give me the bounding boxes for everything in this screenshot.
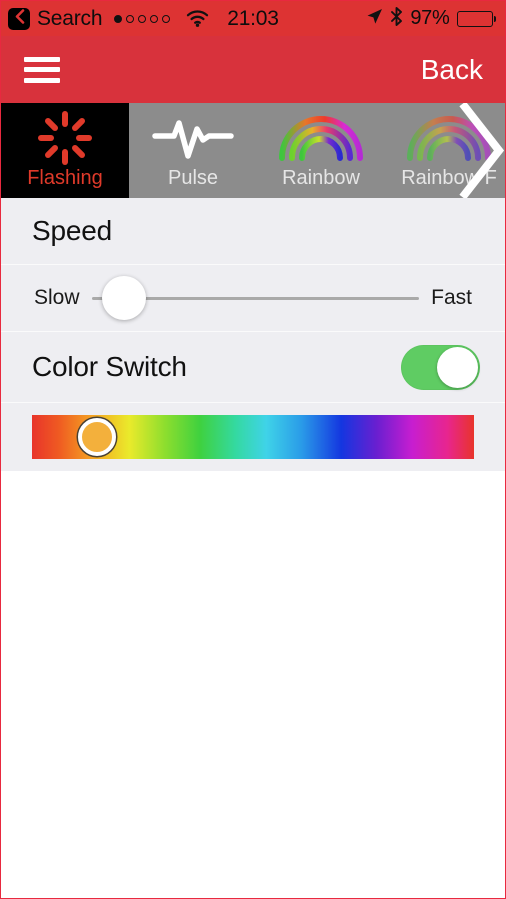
speed-slider[interactable] [91,276,420,320]
speed-slider-row: Slow Fast [1,265,505,331]
back-button[interactable]: Back [421,54,483,86]
section-title: Speed [32,215,112,246]
chevron-left-icon [14,8,25,29]
location-arrow-icon [366,8,383,30]
color-switch-row: Color Switch [1,332,505,402]
signal-strength-dots [114,14,171,23]
status-back-label[interactable]: Search [37,8,103,29]
signal-dot [138,14,147,23]
signal-dot [126,14,135,23]
signal-dot [114,14,123,23]
chevron-right-icon[interactable] [459,103,505,198]
bluetooth-icon [390,6,403,31]
speed-section: Speed Slow Fast Color Switch [1,198,505,471]
tab-pulse[interactable]: Pulse [129,103,257,198]
tab-flashing[interactable]: Flashing [1,103,129,198]
hamburger-menu-icon[interactable] [24,56,60,83]
wifi-icon [186,10,209,27]
slider-min-label: Slow [34,286,80,309]
tab-label: Pulse [167,167,219,189]
rainbow-arcs-icon [276,110,366,166]
color-picker-handle[interactable] [77,418,116,456]
mode-tab-bar[interactable]: Flashing Pulse Rainbow Rainbow F [1,103,505,198]
status-bar: Search 21:03 97% [1,1,505,36]
battery-percent-label: 97% [410,7,450,29]
toggle-knob [437,346,478,388]
pulse-waveform-icon [152,110,234,166]
color-picker-row [1,403,505,471]
navigation-bar: Back [1,36,505,103]
slider-thumb[interactable] [102,276,147,320]
tab-rainbow[interactable]: Rainbow [257,103,385,198]
status-bar-left: Search [8,7,209,30]
color-switch-label: Color Switch [32,351,187,382]
speed-section-header: Speed [1,198,505,264]
settings-content: Speed Slow Fast Color Switch [1,198,505,898]
signal-dot [162,14,171,23]
battery-icon [456,10,496,27]
tab-label: Flashing [27,167,103,189]
hue-color-bar[interactable] [32,415,474,459]
slider-max-label: Fast [431,286,472,309]
status-bar-right: 97% [366,6,496,31]
flashing-sunburst-icon [37,110,93,166]
status-back-chip[interactable] [8,7,30,30]
tab-label: Rainbow [282,167,360,189]
signal-dot [150,14,159,23]
app-screen: Search 21:03 97% Back Flashing Pulse Rai… [0,0,506,899]
color-switch-toggle[interactable] [401,344,480,390]
